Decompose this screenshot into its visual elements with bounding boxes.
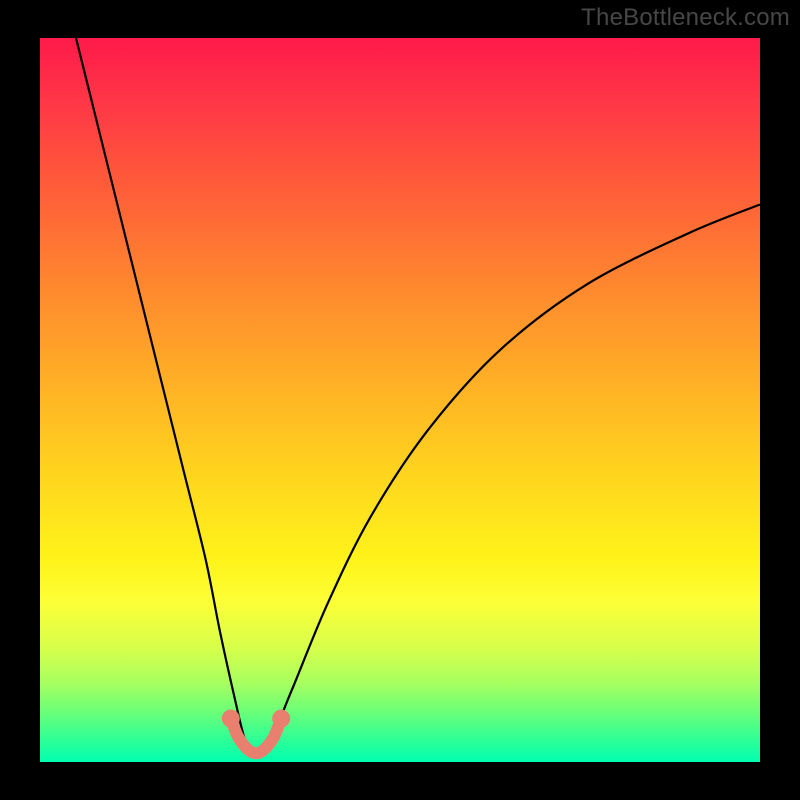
optimal-zone-endpoint [222, 710, 240, 728]
chart-svg [0, 0, 800, 800]
optimal-zone-arc [231, 719, 281, 754]
watermark-text: TheBottleneck.com [581, 4, 790, 32]
optimal-zone-endpoint [272, 710, 290, 728]
optimal-zone-dots [222, 710, 290, 728]
bottleneck-curve [76, 38, 760, 755]
chart-frame: TheBottleneck.com [0, 0, 800, 800]
